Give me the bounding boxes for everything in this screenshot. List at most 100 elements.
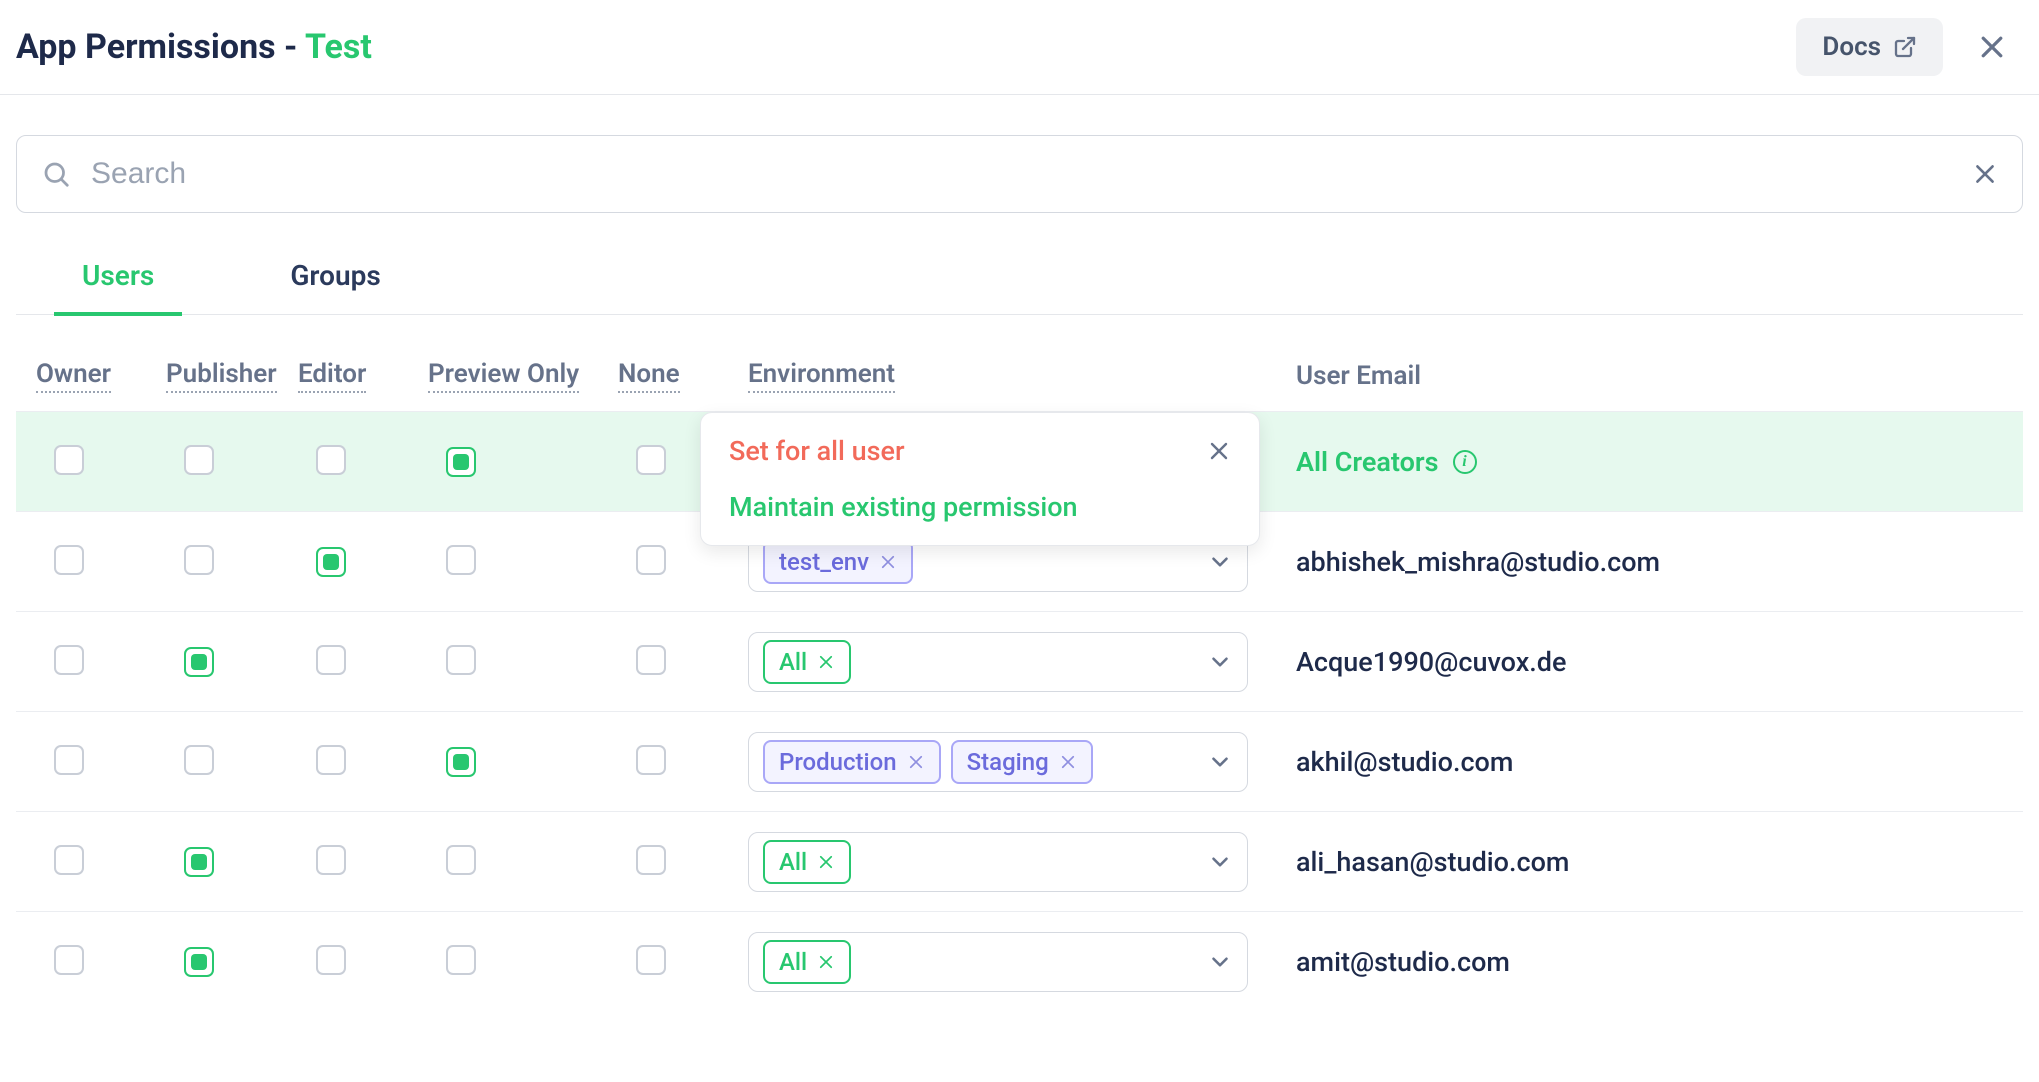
remove-tag-icon[interactable]	[817, 853, 835, 871]
popover-set-all[interactable]: Set for all user	[701, 423, 1259, 479]
remove-tag-icon[interactable]	[907, 753, 925, 771]
user-cell: ali_hasan@studio.com	[1268, 846, 2003, 878]
publisher-checkbox[interactable]	[184, 647, 214, 677]
external-link-icon	[1893, 35, 1917, 59]
environment-select[interactable]: All	[748, 832, 1248, 892]
col-preview-only: Preview Only	[428, 359, 618, 393]
user-cell: abhishek_mishra@studio.com	[1268, 546, 2003, 578]
env-tag-label: All	[779, 948, 807, 976]
user-label: amit@studio.com	[1296, 946, 1510, 978]
info-icon[interactable]: i	[1453, 450, 1477, 474]
env-tag: All	[763, 640, 851, 684]
owner-checkbox[interactable]	[54, 745, 84, 775]
user-cell: amit@studio.com	[1268, 946, 2003, 978]
docs-button[interactable]: Docs	[1796, 18, 1943, 76]
docs-label: Docs	[1822, 32, 1881, 62]
preview-only-checkbox[interactable]	[446, 447, 476, 477]
search-clear-button[interactable]	[1972, 161, 1998, 187]
chevron-down-icon	[1207, 749, 1233, 775]
table-row: Production Staging akhil@studio.com	[16, 711, 2023, 811]
preview-only-checkbox[interactable]	[446, 545, 476, 575]
search-field[interactable]	[16, 135, 2023, 213]
publisher-checkbox[interactable]	[184, 847, 214, 877]
env-tag-label: All	[779, 648, 807, 676]
env-tag-label: Staging	[967, 748, 1049, 776]
preview-only-checkbox[interactable]	[446, 945, 476, 975]
env-tag: All	[763, 840, 851, 884]
environment-select[interactable]: Production Staging	[748, 732, 1248, 792]
popover-close-icon[interactable]	[1207, 439, 1231, 463]
editor-checkbox[interactable]	[316, 945, 346, 975]
publisher-checkbox[interactable]	[184, 445, 214, 475]
owner-checkbox[interactable]	[54, 445, 84, 475]
remove-tag-icon[interactable]	[1059, 753, 1077, 771]
none-checkbox[interactable]	[636, 945, 666, 975]
none-checkbox[interactable]	[636, 445, 666, 475]
title-app-name: Test	[305, 27, 372, 67]
environment-popover: Set for all userMaintain existing permis…	[700, 412, 1260, 546]
header: App Permissions - Test Docs	[0, 0, 2039, 95]
user-cell: akhil@studio.com	[1268, 746, 2003, 778]
remove-tag-icon[interactable]	[817, 653, 835, 671]
header-actions: Docs	[1796, 18, 2013, 76]
editor-checkbox[interactable]	[316, 645, 346, 675]
owner-checkbox[interactable]	[54, 945, 84, 975]
user-label: abhishek_mishra@studio.com	[1296, 546, 1660, 578]
environment-select[interactable]: All	[748, 632, 1248, 692]
user-cell: All Creatorsi	[1268, 446, 2003, 478]
env-tag-label: Production	[779, 748, 897, 776]
table-body: All CreatorsiSet for all userMaintain ex…	[16, 411, 2023, 1011]
none-checkbox[interactable]	[636, 545, 666, 575]
env-tag: test_env	[763, 540, 913, 584]
table-row: All CreatorsiSet for all userMaintain ex…	[16, 411, 2023, 511]
tab-users[interactable]: Users	[54, 245, 182, 316]
publisher-checkbox[interactable]	[184, 745, 214, 775]
environment-select[interactable]: All	[748, 932, 1248, 992]
publisher-checkbox[interactable]	[184, 545, 214, 575]
col-publisher: Publisher	[166, 359, 298, 393]
publisher-checkbox[interactable]	[184, 947, 214, 977]
close-button[interactable]	[1971, 26, 2013, 68]
env-tag: Staging	[951, 740, 1093, 784]
owner-checkbox[interactable]	[54, 845, 84, 875]
env-tag: Production	[763, 740, 941, 784]
user-cell: Acque1990@cuvox.de	[1268, 646, 2003, 678]
search-input[interactable]	[91, 157, 1952, 191]
user-label: akhil@studio.com	[1296, 746, 1513, 778]
owner-checkbox[interactable]	[54, 645, 84, 675]
none-checkbox[interactable]	[636, 745, 666, 775]
owner-checkbox[interactable]	[54, 545, 84, 575]
title-prefix: App Permissions -	[16, 27, 305, 67]
preview-only-checkbox[interactable]	[446, 747, 476, 777]
col-owner: Owner	[36, 359, 166, 393]
popover-maintain[interactable]: Maintain existing permission	[701, 479, 1259, 535]
table-header: Owner Publisher Editor Preview Only None…	[16, 359, 2023, 411]
search-icon	[41, 159, 71, 189]
editor-checkbox[interactable]	[316, 445, 346, 475]
preview-only-checkbox[interactable]	[446, 645, 476, 675]
editor-checkbox[interactable]	[316, 745, 346, 775]
env-tag: All	[763, 940, 851, 984]
col-environment: Environment	[748, 359, 1268, 393]
remove-tag-icon[interactable]	[879, 553, 897, 571]
preview-only-checkbox[interactable]	[446, 845, 476, 875]
user-label: Acque1990@cuvox.de	[1296, 646, 1566, 678]
tabs: Users Groups	[16, 245, 2023, 315]
table-row: All amit@studio.com	[16, 911, 2023, 1011]
col-none: None	[618, 359, 748, 393]
editor-checkbox[interactable]	[316, 845, 346, 875]
chevron-down-icon	[1207, 949, 1233, 975]
chevron-down-icon	[1207, 849, 1233, 875]
table-row: All ali_hasan@studio.com	[16, 811, 2023, 911]
tab-groups[interactable]: Groups	[262, 245, 408, 316]
table-row: All Acque1990@cuvox.de	[16, 611, 2023, 711]
remove-tag-icon[interactable]	[817, 953, 835, 971]
content: Users Groups Owner Publisher Editor Prev…	[0, 95, 2039, 1011]
env-tag-label: All	[779, 848, 807, 876]
none-checkbox[interactable]	[636, 845, 666, 875]
chevron-down-icon	[1207, 649, 1233, 675]
col-user-email: User Email	[1268, 361, 2003, 391]
editor-checkbox[interactable]	[316, 547, 346, 577]
none-checkbox[interactable]	[636, 645, 666, 675]
col-editor: Editor	[298, 359, 428, 393]
